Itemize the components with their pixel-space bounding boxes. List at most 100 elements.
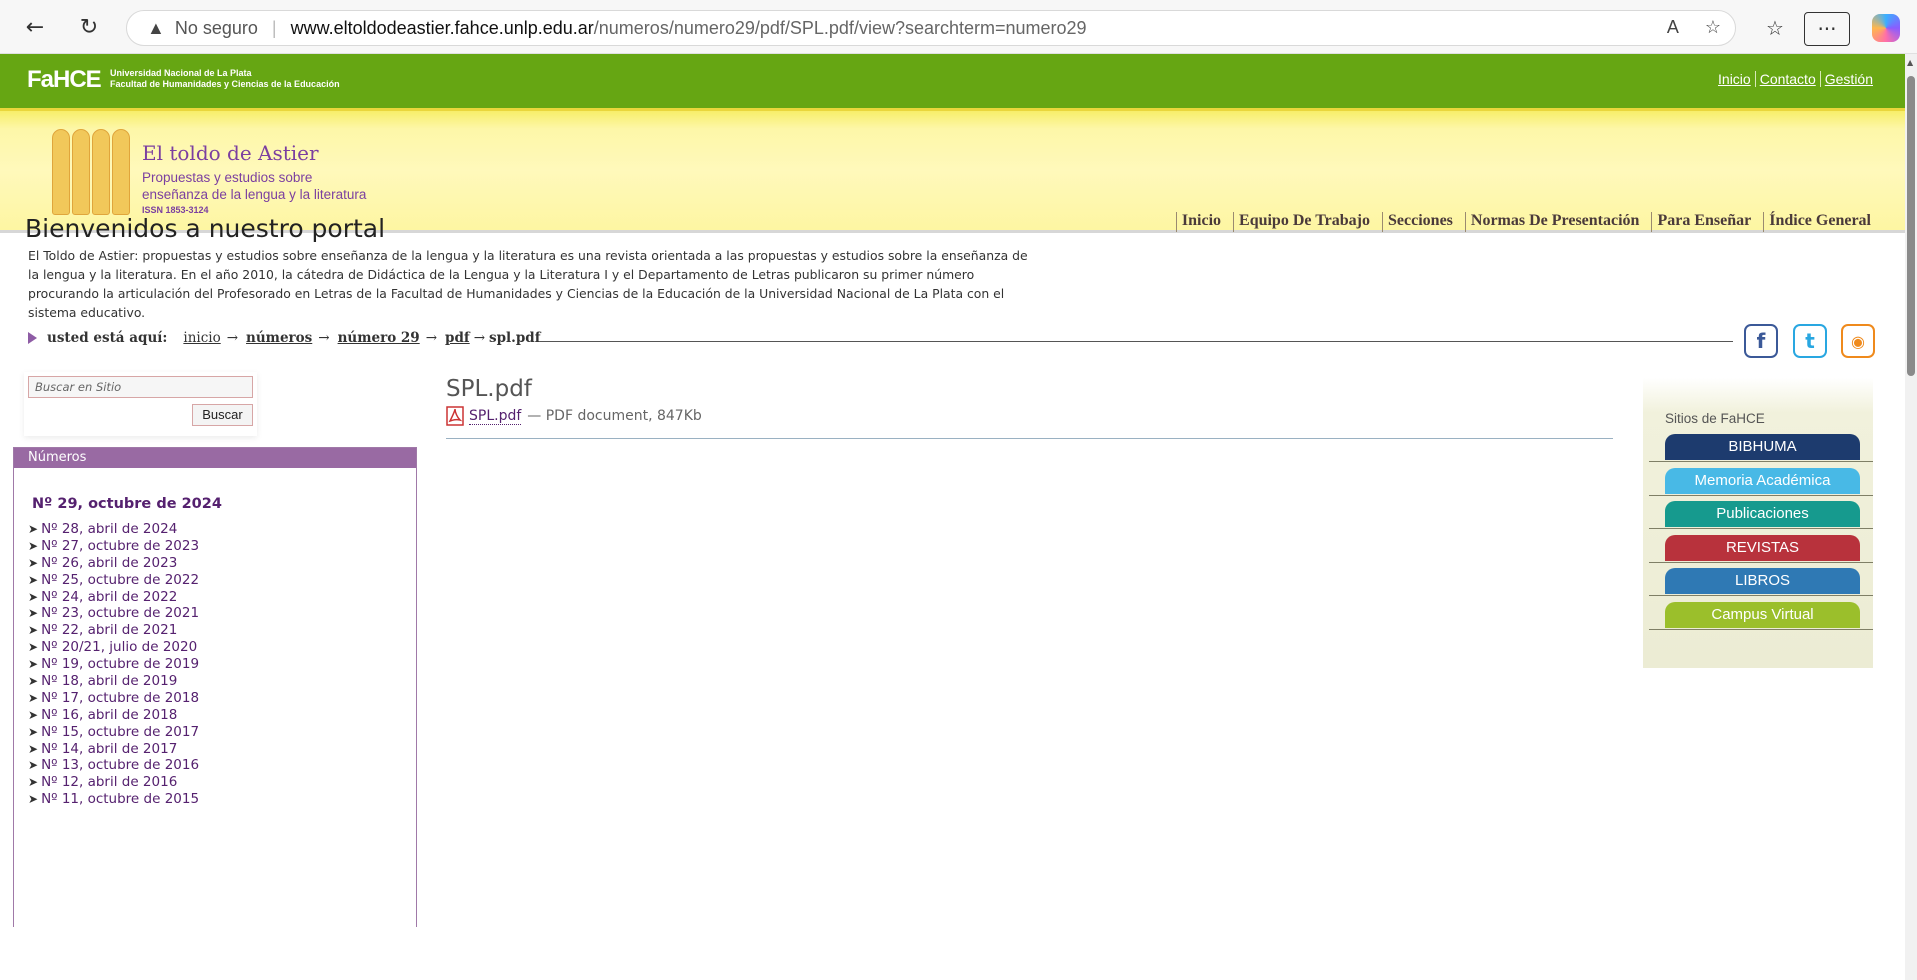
list-item[interactable]: ➤ Nº 14, abril de 2017 [28, 741, 199, 758]
document-title: SPL.pdf [446, 376, 532, 402]
breadcrumb-arrow: → [318, 330, 330, 346]
list-item[interactable]: ➤ Nº 13, octubre de 2016 [28, 757, 199, 774]
list-item[interactable]: ➤ Nº 11, octubre de 2015 [28, 791, 199, 808]
scrollbar-thumb[interactable] [1907, 76, 1915, 376]
issue-link[interactable]: Nº 14, abril de 2017 [41, 741, 177, 757]
address-separator: | [271, 17, 277, 38]
sitio-button[interactable]: Memoria Académica [1665, 467, 1860, 494]
list-item[interactable]: ➤ Nº 19, octubre de 2019 [28, 656, 199, 673]
top-link-contacto[interactable]: Contacto [1756, 71, 1821, 87]
issue-link[interactable]: Nº 20/21, julio de 2020 [41, 639, 197, 655]
sitio-rule [1649, 461, 1873, 462]
issue-link[interactable]: Nº 27, octubre de 2023 [41, 538, 199, 554]
arrow-bullet-icon: ➤ [28, 522, 39, 536]
breadcrumb-inicio[interactable]: inicio [183, 330, 220, 346]
back-arrow-icon[interactable]: ← [20, 12, 50, 42]
numeros-current-issue[interactable]: Nº 29, octubre de 2024 [32, 496, 222, 512]
issue-link[interactable]: Nº 16, abril de 2018 [41, 707, 177, 723]
sitio-rule [1649, 595, 1873, 597]
security-label: No seguro [174, 17, 258, 38]
breadcrumb-pdf[interactable]: pdf [445, 330, 470, 346]
nav-normas[interactable]: Normas De Presentación [1464, 212, 1646, 232]
browser-chrome: ← ↻ ▲ No seguro | www.eltoldodeastier.fa… [0, 0, 1917, 54]
copilot-icon [1872, 14, 1900, 42]
twitter-icon[interactable]: t [1793, 324, 1827, 358]
arrow-bullet-icon: ➤ [28, 707, 39, 722]
list-item[interactable]: ➤ Nº 12, abril de 2016 [28, 774, 199, 791]
issue-link[interactable]: Nº 18, abril de 2019 [41, 673, 177, 689]
site-subtitle-line-1: Propuestas y estudios sobre [142, 170, 313, 185]
list-item[interactable]: ➤ Nº 26, abril de 2023 [28, 555, 199, 572]
list-item[interactable]: ➤ Nº 18, abril de 2019 [28, 673, 199, 690]
arrow-bullet-icon: ➤ [28, 792, 39, 807]
address-bar[interactable]: ▲ No seguro | www.eltoldodeastier.fahce.… [126, 10, 1736, 46]
search-button[interactable]: Buscar [192, 404, 253, 426]
nav-indice-general[interactable]: Índice General [1763, 212, 1877, 232]
nav-para-ensenar[interactable]: Para Enseñar [1651, 212, 1757, 232]
sitio-button[interactable]: REVISTAS [1665, 534, 1860, 561]
sitio-button[interactable]: Campus Virtual [1665, 602, 1860, 628]
issue-link[interactable]: Nº 22, abril de 2021 [41, 622, 177, 638]
site-title[interactable]: El toldo de Astier [142, 141, 319, 165]
issue-link[interactable]: Nº 23, octubre de 2021 [41, 605, 199, 621]
issue-link[interactable]: Nº 19, octubre de 2019 [41, 656, 199, 672]
breadcrumb-arrow: → [425, 330, 437, 346]
breadcrumb-numeros[interactable]: números [246, 330, 312, 346]
sitio-button[interactable]: Publicaciones [1665, 501, 1860, 528]
more-menu-icon[interactable]: ··· [1804, 12, 1850, 46]
document-meta: — PDF document, 847Kb [527, 408, 702, 424]
issue-link[interactable]: Nº 12, abril de 2016 [41, 774, 177, 790]
list-item[interactable]: ➤ Nº 28, abril de 2024 [28, 521, 199, 538]
arrow-bullet-icon: ➤ [28, 657, 39, 672]
sitio-rule [1649, 494, 1873, 496]
list-item[interactable]: ➤ Nº 17, octubre de 2018 [28, 690, 199, 707]
facebook-icon[interactable]: f [1744, 324, 1778, 358]
search-input[interactable]: Buscar en Sitio [28, 376, 253, 398]
fahce-logo[interactable]: FaHCE [27, 66, 102, 94]
arrow-bullet-icon: ➤ [28, 640, 39, 655]
nav-secciones[interactable]: Secciones [1382, 212, 1459, 232]
issue-link[interactable]: Nº 26, abril de 2023 [41, 555, 177, 571]
university-name: Universidad Nacional de La Plata [110, 68, 252, 78]
arrow-bullet-icon: ➤ [28, 589, 39, 604]
welcome-title: Bienvenidos a nuestro portal [25, 214, 386, 243]
reload-icon[interactable]: ↻ [74, 12, 104, 42]
issue-link[interactable]: Nº 28, abril de 2024 [41, 521, 177, 537]
site-subtitle-line-2: enseñanza de la lengua y la literatura [142, 187, 367, 202]
list-item[interactable]: ➤ Nº 25, octubre de 2022 [28, 572, 199, 589]
sitio-button[interactable]: LIBROS [1665, 568, 1860, 595]
arrow-bullet-icon: ➤ [28, 690, 39, 705]
read-aloud-icon[interactable]: A [1667, 17, 1679, 38]
top-links: Inicio Contacto Gestión [1714, 71, 1877, 87]
list-item[interactable]: ➤ Nº 24, abril de 2022 [28, 589, 199, 606]
document-link[interactable]: SPL.pdf [469, 408, 522, 425]
favorite-star-icon[interactable]: ☆ [1705, 17, 1721, 38]
issue-link[interactable]: Nº 13, octubre de 2016 [41, 757, 199, 773]
list-item[interactable]: ➤ Nº 15, octubre de 2017 [28, 724, 199, 741]
list-item[interactable]: ➤ Nº 23, octubre de 2021 [28, 605, 199, 622]
list-item[interactable]: ➤ Nº 20/21, julio de 2020 [28, 639, 199, 656]
nav-equipo-de-trabajo[interactable]: Equipo De Trabajo [1233, 212, 1376, 232]
issue-link[interactable]: Nº 24, abril de 2022 [41, 589, 177, 605]
banner-figures-logo [52, 129, 132, 215]
top-link-inicio[interactable]: Inicio [1714, 71, 1756, 87]
issue-link[interactable]: Nº 25, octubre de 2022 [41, 572, 199, 588]
list-item[interactable]: ➤ Nº 22, abril de 2021 [28, 622, 199, 639]
issue-link[interactable]: Nº 11, octubre de 2015 [41, 791, 199, 807]
nav-inicio[interactable]: Inicio [1175, 212, 1227, 232]
issue-link[interactable]: Nº 15, octubre de 2017 [41, 724, 199, 740]
breadcrumb-numero-29[interactable]: número 29 [338, 330, 420, 346]
rss-icon[interactable]: ◉ [1841, 324, 1875, 358]
list-item[interactable]: ➤ Nº 27, octubre de 2023 [28, 538, 199, 555]
top-link-gestion[interactable]: Gestión [1821, 71, 1877, 87]
scroll-up-icon[interactable]: ▲ [1907, 58, 1913, 67]
list-item[interactable]: ➤ Nº 16, abril de 2018 [28, 707, 199, 724]
issue-link[interactable]: Nº 17, octubre de 2018 [41, 690, 199, 706]
sitio-button[interactable]: BIBHUMA [1665, 434, 1860, 460]
faculty-name: Facultad de Humanidades y Ciencias de la… [110, 79, 340, 89]
breadcrumb-arrow: → [226, 330, 239, 346]
breadcrumb-arrow: → [473, 330, 485, 346]
scrollbar[interactable]: ▲ [1905, 54, 1917, 980]
favorites-icon[interactable]: ☆ [1759, 12, 1791, 44]
copilot-button[interactable] [1870, 12, 1902, 44]
